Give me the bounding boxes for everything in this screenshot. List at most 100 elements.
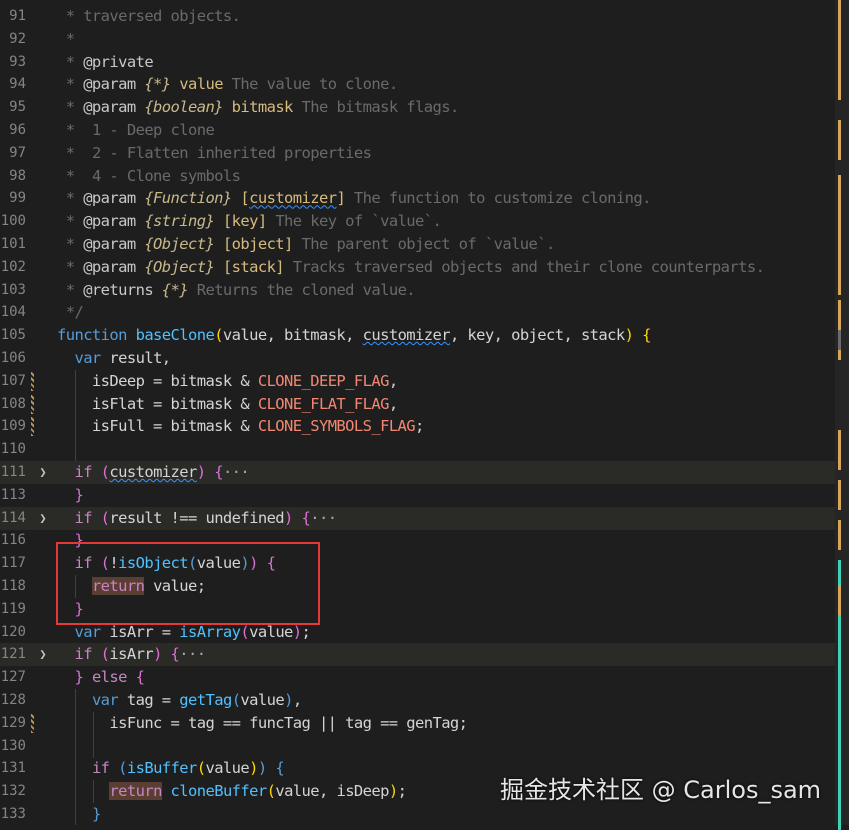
line-number: 93 [9, 53, 26, 70]
code-line[interactable]: 92 * [0, 28, 835, 51]
code-line[interactable]: 133 } [0, 803, 835, 825]
line-number: 106 [0, 350, 26, 366]
code-text: * 2 - Flatten inherited properties [57, 143, 372, 162]
code-line[interactable]: 101 * @param {Object} [object] The paren… [0, 233, 835, 256]
code-text: var tag = getTag(value), [91, 691, 302, 709]
code-text: * @private [57, 52, 154, 71]
line-number: 107 [0, 372, 26, 389]
modified-gutter-marker [31, 713, 34, 733]
line-number: 127 [0, 669, 26, 686]
line-number: 105 [0, 327, 26, 344]
line-number: 133 [0, 806, 26, 822]
line-number: 132 [0, 783, 26, 800]
code-line[interactable]: 105 function baseClone(value, bitmask, cu… [0, 324, 835, 347]
line-number: 97 [9, 144, 26, 161]
line-number: 109 [0, 418, 26, 435]
code-text: * traversed objects. [57, 7, 241, 25]
code-line[interactable]: 100 * @param {string} [key] The key of `… [0, 210, 835, 233]
line-number: 94 [9, 76, 26, 93]
code-text: if (isBuffer(value)) { [91, 759, 285, 778]
line-number: 111 [0, 464, 26, 480]
code-line[interactable]: 93 * @private [0, 51, 835, 74]
fold-chevron-icon[interactable]: ❯ [36, 643, 50, 666]
code-line[interactable]: 108 isFlat = bitmask & CLONE_FLAT_FLAG, [0, 392, 835, 416]
scrollbar-marker [838, 585, 841, 615]
code-text: var result, [74, 349, 171, 367]
code-text: * @returns {*} Returns the cloned value. [57, 280, 416, 299]
code-line[interactable]: 96 * 1 - Deep clone [0, 119, 835, 142]
code-line[interactable]: 130 [0, 734, 835, 758]
code-text: if (customizer) {··· [74, 463, 250, 481]
code-text: * @param {Function} [customizer] The fun… [57, 189, 652, 208]
code-text: } [74, 485, 84, 504]
line-number: 100 [0, 213, 26, 230]
line-number: 95 [9, 99, 26, 116]
code-line[interactable]: 129 isFunc = tag == funcTag || tag == ge… [0, 711, 835, 735]
line-number: 114 [0, 509, 26, 526]
line-number: 102 [0, 258, 26, 275]
line-number: 119 [0, 600, 26, 617]
line-number: 104 [0, 304, 26, 321]
line-number: 113 [0, 486, 26, 503]
code-text: * @param {Object} [object] The parent ob… [57, 235, 556, 253]
line-number: 103 [0, 281, 26, 298]
line-number: 96 [9, 122, 26, 138]
scrollbar-marker [838, 430, 841, 470]
red-highlight-box [56, 542, 320, 625]
code-text: } [91, 805, 101, 823]
scrollbar-marker [838, 330, 841, 350]
code-line[interactable]: 103 * @returns {*} Returns the cloned va… [0, 279, 835, 302]
code-text: * 1 - Deep clone [57, 121, 215, 139]
line-number: 120 [0, 623, 26, 640]
modified-gutter-marker [31, 371, 34, 391]
line-number: 92 [9, 30, 26, 47]
code-line[interactable]: 102 * @param {Object} [stack] Tracks tra… [0, 256, 835, 279]
indent-guide [75, 734, 76, 758]
line-number: 118 [0, 578, 26, 594]
code-line[interactable]: 97 * 2 - Flatten inherited properties [0, 142, 835, 165]
code-line[interactable]: 99 * @param {Function} [customizer] The … [0, 187, 835, 210]
indent-guide [93, 734, 94, 758]
code-text: * 4 - Clone symbols [57, 166, 241, 185]
indent-guide [75, 438, 76, 462]
code-line[interactable]: 94 * @param {*} value The value to clone… [0, 73, 835, 96]
code-line[interactable]: 128 var tag = getTag(value), [0, 689, 835, 712]
line-number: 121 [0, 646, 26, 663]
code-text: * @param {Object} [stack] Tracks travers… [57, 257, 765, 276]
code-line[interactable]: 91 * traversed objects. [0, 5, 835, 28]
code-text: if (isArr) {··· [74, 645, 206, 664]
code-text: isDeep = bitmask & CLONE_DEEP_FLAG, [57, 371, 398, 390]
code-text: function baseClone(value, bitmask, custo… [57, 326, 651, 345]
code-line[interactable]: 98 * 4 - Clone symbols [0, 165, 835, 188]
code-line[interactable]: 109 isFull = bitmask & CLONE_SYMBOLS_FLA… [0, 415, 835, 439]
code-line[interactable]: 104 */ [0, 301, 835, 324]
code-text: * [57, 29, 75, 48]
code-line[interactable]: 107 isDeep = bitmask & CLONE_DEEP_FLAG, [0, 369, 835, 393]
code-text: * @param {string} [key] The key of `valu… [57, 212, 442, 231]
code-line[interactable]: 113 } [0, 484, 835, 507]
code-line[interactable]: 106 var result, [0, 347, 835, 370]
line-number: 128 [0, 692, 26, 708]
code-text: if (result !== undefined) {··· [74, 508, 337, 527]
line-number: 131 [0, 760, 26, 777]
code-line[interactable]: 110 [0, 438, 835, 462]
line-number: 129 [0, 714, 26, 731]
code-line[interactable]: 121 ❯ if (isArr) {··· [0, 643, 835, 667]
code-text: */ [57, 303, 84, 322]
line-number: 99 [9, 190, 26, 207]
code-text: * @param {*} value The value to clone. [57, 75, 398, 94]
code-line[interactable]: 114 ❯ if (result !== undefined) {··· [0, 506, 835, 530]
fold-chevron-icon[interactable]: ❯ [36, 507, 50, 530]
line-number: 101 [0, 236, 26, 252]
scrollbar[interactable] [835, 0, 849, 830]
modified-gutter-marker [31, 394, 34, 414]
fold-chevron-icon[interactable]: ❯ [36, 461, 50, 484]
code-line[interactable]: 95 * @param {boolean} bitmask The bitmas… [0, 96, 835, 119]
scrollbar-marker [838, 520, 841, 550]
line-number: 110 [0, 441, 26, 458]
code-line[interactable]: 127 } else { [0, 666, 835, 689]
code-editor[interactable]: 91 * traversed objects. 92 * 93 * @private… [0, 0, 849, 825]
line-number: 117 [0, 555, 26, 572]
scrollbar-marker [838, 120, 841, 160]
code-line[interactable]: 111 ❯ if (customizer) {··· [0, 461, 835, 484]
